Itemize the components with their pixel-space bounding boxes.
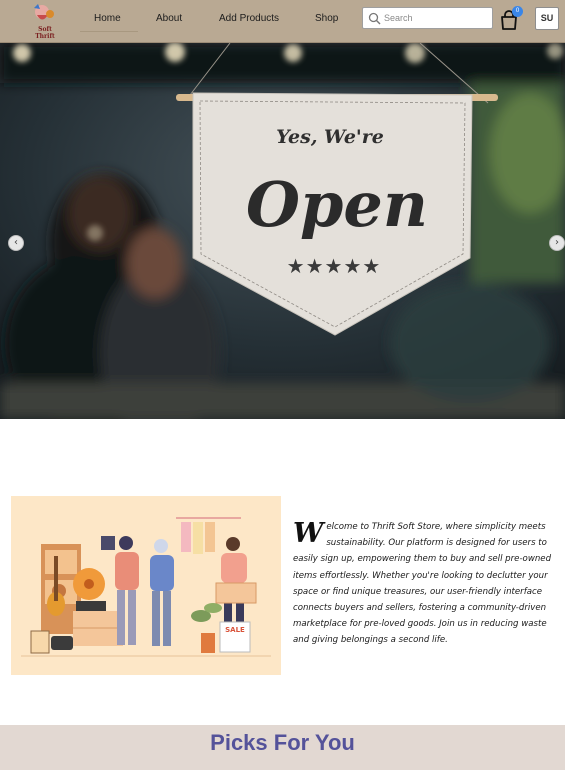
sale-sign: SALE — [225, 626, 245, 634]
picks-title: Picks For You — [210, 730, 355, 755]
carousel-prev-button[interactable]: ‹ — [8, 235, 24, 251]
chevron-left-icon: ‹ — [14, 237, 18, 248]
nav-add-products[interactable]: Add Products — [219, 13, 279, 24]
hero-carousel: Yes, We're Open ★★★★★ ‹ › — [0, 43, 565, 419]
sign-line2: Open — [246, 168, 428, 241]
brand-logo[interactable]: Soft Thrift — [28, 2, 62, 40]
hero-image: Yes, We're Open ★★★★★ — [0, 43, 565, 419]
logo-text: Soft Thrift — [35, 26, 55, 40]
navbar: Soft Thrift Home About Add Products Shop… — [0, 0, 565, 43]
nav-about[interactable]: About — [156, 13, 182, 24]
nav-home[interactable]: Home — [94, 13, 121, 24]
cart-count-badge: 0 — [512, 6, 523, 17]
active-nav-indicator — [80, 31, 138, 32]
nav-shop[interactable]: Shop — [315, 13, 338, 24]
sign-stars: ★★★★★ — [287, 254, 382, 278]
user-avatar[interactable]: SU — [535, 7, 559, 30]
search-box — [362, 7, 493, 29]
search-icon — [368, 12, 381, 25]
thrift-shop-illustration: SALE — [11, 496, 281, 675]
about-description: Welcome to Thrift Soft Store, where simp… — [293, 519, 555, 649]
search-input[interactable] — [384, 10, 488, 26]
picks-section: Picks For You — [0, 725, 565, 770]
sign-line1: Yes, We're — [276, 126, 384, 148]
chevron-right-icon: › — [555, 237, 559, 248]
about-dropcap: W — [293, 518, 324, 549]
about-text: elcome to Thrift Soft Store, where simpl… — [293, 522, 552, 646]
carousel-next-button[interactable]: › — [549, 235, 565, 251]
